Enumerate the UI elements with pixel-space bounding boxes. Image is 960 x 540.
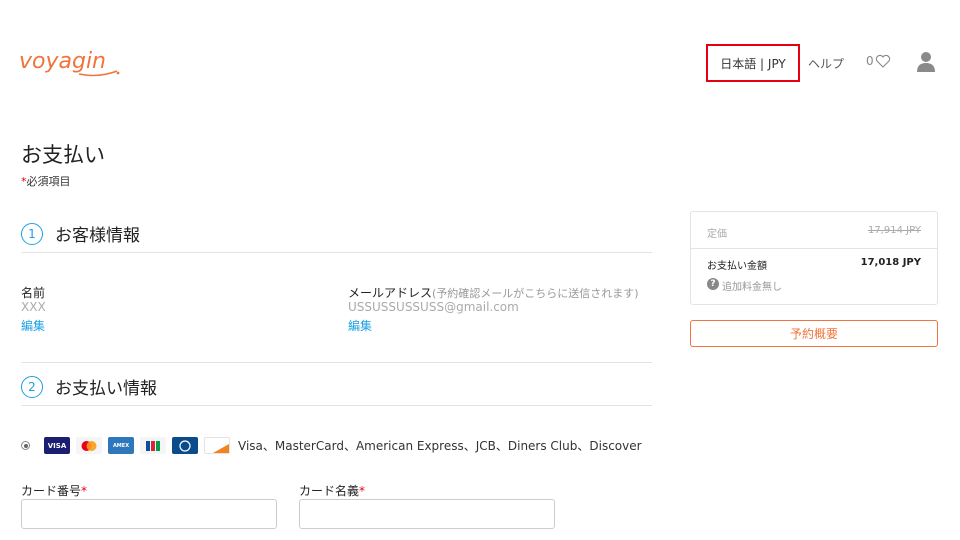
language-currency-selector[interactable]: 日本語 | JPY <box>706 44 800 82</box>
credit-card-option[interactable]: VISA AMEX Visa、MasterCard、American Expre… <box>21 437 642 454</box>
customer-info-header: 1 お客様情報 <box>21 221 140 246</box>
email-label-row: メールアドレス(予約確認メールがこちらに送信されます) <box>348 284 639 301</box>
step-number-2: 2 <box>21 375 43 398</box>
help-link[interactable]: ヘルプ <box>808 55 844 72</box>
customer-info-title: お客様情報 <box>55 226 140 246</box>
email-value: USSUSSUSSUSS@gmail.com <box>348 300 519 314</box>
required-note-text: 必須項目 <box>26 175 71 188</box>
required-fields-note: *必須項目 <box>21 173 71 189</box>
voyagin-logo[interactable]: voyagin <box>19 44 121 80</box>
card-name-label-row: カード名義* <box>299 482 365 499</box>
section-divider <box>21 405 652 406</box>
step-number-1: 1 <box>21 222 43 245</box>
summary-divider <box>691 248 937 249</box>
diners-club-icon <box>172 437 198 454</box>
email-note: (予約確認メールがこちらに送信されます) <box>432 287 639 300</box>
list-price-row: 定価 17,914 JPY <box>707 225 921 240</box>
language-currency-label: 日本語 | JPY <box>720 56 786 71</box>
card-number-label: カード番号 <box>21 484 82 498</box>
edit-name-link[interactable]: 編集 <box>21 317 45 334</box>
booking-overview-button[interactable]: 予約概要 <box>690 320 938 347</box>
required-star: * <box>359 484 366 498</box>
credit-card-radio[interactable] <box>21 441 30 450</box>
payment-info-title: お支払い情報 <box>55 379 157 399</box>
extra-fee-row: ? 追加料金無し <box>707 278 921 293</box>
required-star: * <box>81 484 88 498</box>
list-price-label: 定価 <box>707 229 727 240</box>
jcb-icon <box>140 437 166 454</box>
total-label: お支払い金額 <box>707 261 767 272</box>
name-value: XXX <box>21 300 46 314</box>
card-number-input[interactable] <box>21 499 277 529</box>
section-divider <box>21 362 652 363</box>
payment-info-header: 2 お支払い情報 <box>21 374 157 399</box>
email-label: メールアドレス <box>348 286 433 300</box>
favorites-count: 0 <box>866 54 874 68</box>
total-row: お支払い金額 17,018 JPY <box>707 257 921 272</box>
visa-icon: VISA <box>44 437 70 454</box>
logo-text: voyagin <box>19 49 106 74</box>
name-label: 名前 <box>21 286 46 300</box>
booking-overview-label: 予約概要 <box>789 327 838 341</box>
price-summary-box: 定価 17,914 JPY お支払い金額 17,018 JPY ? 追加料金無し <box>690 211 938 305</box>
card-number-label-row: カード番号* <box>21 482 87 499</box>
page-title: お支払い <box>21 143 105 167</box>
mastercard-icon <box>76 437 102 454</box>
question-icon[interactable]: ? <box>707 278 719 290</box>
card-name-input[interactable] <box>299 499 555 529</box>
list-price-value: 17,914 JPY <box>867 225 921 236</box>
card-name-label: カード名義 <box>299 484 360 498</box>
discover-icon <box>204 437 230 454</box>
amex-icon: AMEX <box>108 437 134 454</box>
accepted-cards-text: Visa、MasterCard、American Express、JCB、Din… <box>238 439 642 453</box>
section-divider <box>21 252 652 253</box>
extra-fee-note: 追加料金無し <box>722 282 782 293</box>
favorites-button[interactable]: 0 <box>866 54 891 68</box>
user-silhouette-icon[interactable] <box>916 51 936 73</box>
edit-email-link[interactable]: 編集 <box>348 317 372 334</box>
heart-outline-icon <box>875 54 890 68</box>
total-value: 17,018 JPY <box>860 257 921 268</box>
